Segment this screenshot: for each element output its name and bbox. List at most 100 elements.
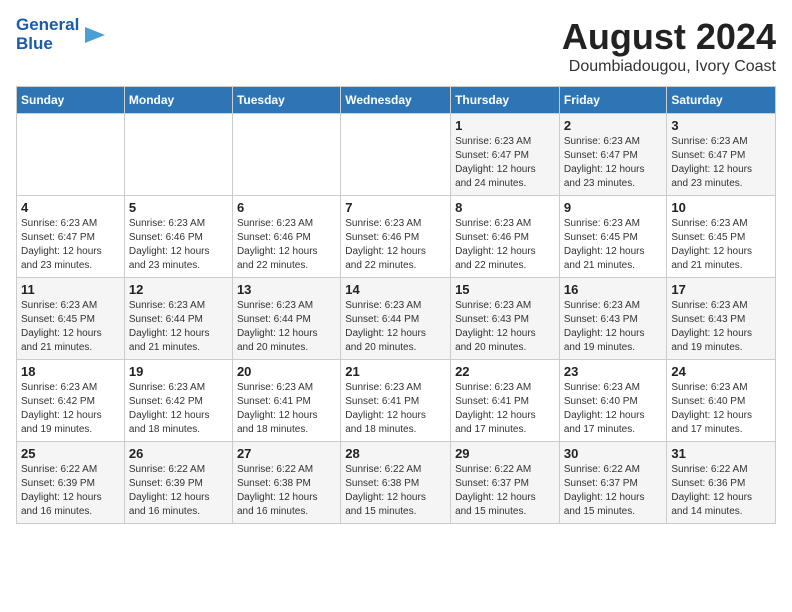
calendar-week-5: 25 Sunrise: 6:22 AM Sunset: 6:39 PM Dayli… [17,442,776,524]
day-number: 14 [345,282,446,297]
weekday-header-row: SundayMondayTuesdayWednesdayThursdayFrid… [17,87,776,114]
calendar-cell: 19 Sunrise: 6:23 AM Sunset: 6:42 PM Dayli… [124,360,232,442]
weekday-header-saturday: Saturday [667,87,776,114]
day-number: 3 [671,118,771,133]
calendar-cell: 11 Sunrise: 6:23 AM Sunset: 6:45 PM Dayli… [17,278,125,360]
day-info: Sunrise: 6:23 AM Sunset: 6:46 PM Dayligh… [237,217,336,273]
day-info: Sunrise: 6:23 AM Sunset: 6:43 PM Dayligh… [564,299,663,355]
calendar-cell: 31Sunrise: 6:22 AM Sunset: 6:36 PM Dayli… [667,442,776,524]
calendar-cell: 1 Sunrise: 6:23 AM Sunset: 6:47 PM Daylig… [451,114,560,196]
calendar-cell: 13 Sunrise: 6:23 AM Sunset: 6:44 PM Dayli… [232,278,340,360]
day-number: 19 [129,364,228,379]
weekday-header-friday: Friday [559,87,667,114]
calendar-week-2: 4Sunrise: 6:23 AM Sunset: 6:47 PM Daylig… [17,196,776,278]
day-info: Sunrise: 6:23 AM Sunset: 6:44 PM Dayligh… [345,299,446,355]
calendar-cell: 4Sunrise: 6:23 AM Sunset: 6:47 PM Daylig… [17,196,125,278]
day-number: 23 [564,364,663,379]
calendar-cell: 10 Sunrise: 6:23 AM Sunset: 6:45 PM Dayli… [667,196,776,278]
calendar-cell: 2Sunrise: 6:23 AM Sunset: 6:47 PM Daylig… [559,114,667,196]
day-number: 30 [564,446,663,461]
day-number: 29 [455,446,555,461]
logo: General Blue [16,16,105,53]
day-info: Sunrise: 6:22 AM Sunset: 6:36 PM Dayligh… [671,463,771,519]
day-info: Sunrise: 6:23 AM Sunset: 6:42 PM Dayligh… [129,381,228,437]
day-info: Sunrise: 6:22 AM Sunset: 6:39 PM Dayligh… [21,463,120,519]
day-info: Sunrise: 6:22 AM Sunset: 6:38 PM Dayligh… [237,463,336,519]
day-number: 16 [564,282,663,297]
day-number: 1 [455,118,555,133]
day-number: 7 [345,200,446,215]
calendar-week-3: 11 Sunrise: 6:23 AM Sunset: 6:45 PM Dayli… [17,278,776,360]
day-info: Sunrise: 6:23 AM Sunset: 6:45 PM Dayligh… [21,299,120,355]
day-number: 12 [129,282,228,297]
logo-text: General Blue [16,16,79,53]
weekday-header-tuesday: Tuesday [232,87,340,114]
header: General Blue August 2024 Doumbiadougou, … [16,16,776,76]
day-info: Sunrise: 6:23 AM Sunset: 6:45 PM Dayligh… [671,217,771,273]
calendar-cell: 12 Sunrise: 6:23 AM Sunset: 6:44 PM Dayli… [124,278,232,360]
calendar-cell: 29 Sunrise: 6:22 AM Sunset: 6:37 PM Dayli… [451,442,560,524]
weekday-header-monday: Monday [124,87,232,114]
day-info: Sunrise: 6:23 AM Sunset: 6:40 PM Dayligh… [564,381,663,437]
calendar-cell: 15Sunrise: 6:23 AM Sunset: 6:43 PM Dayli… [451,278,560,360]
weekday-header-thursday: Thursday [451,87,560,114]
calendar-cell: 7 Sunrise: 6:23 AM Sunset: 6:46 PM Daylig… [341,196,451,278]
day-number: 21 [345,364,446,379]
day-info: Sunrise: 6:23 AM Sunset: 6:45 PM Dayligh… [564,217,663,273]
calendar-cell: 14 Sunrise: 6:23 AM Sunset: 6:44 PM Dayli… [341,278,451,360]
day-info: Sunrise: 6:22 AM Sunset: 6:37 PM Dayligh… [564,463,663,519]
day-number: 17 [671,282,771,297]
day-number: 20 [237,364,336,379]
calendar-cell: 8 Sunrise: 6:23 AM Sunset: 6:46 PM Daylig… [451,196,560,278]
day-number: 10 [671,200,771,215]
day-info: Sunrise: 6:22 AM Sunset: 6:39 PM Dayligh… [129,463,228,519]
day-number: 28 [345,446,446,461]
day-number: 13 [237,282,336,297]
day-number: 26 [129,446,228,461]
main-title: August 2024 [562,16,776,58]
day-number: 11 [21,282,120,297]
calendar-cell: 25 Sunrise: 6:22 AM Sunset: 6:39 PM Dayli… [17,442,125,524]
calendar-cell: 27Sunrise: 6:22 AM Sunset: 6:38 PM Dayli… [232,442,340,524]
day-info: Sunrise: 6:22 AM Sunset: 6:37 PM Dayligh… [455,463,555,519]
day-info: Sunrise: 6:23 AM Sunset: 6:46 PM Dayligh… [455,217,555,273]
calendar-cell [232,114,340,196]
day-number: 18 [21,364,120,379]
day-number: 5 [129,200,228,215]
day-info: Sunrise: 6:23 AM Sunset: 6:44 PM Dayligh… [129,299,228,355]
day-info: Sunrise: 6:23 AM Sunset: 6:41 PM Dayligh… [455,381,555,437]
day-number: 22 [455,364,555,379]
calendar-cell [341,114,451,196]
day-info: Sunrise: 6:23 AM Sunset: 6:47 PM Dayligh… [671,135,771,191]
calendar-week-1: 1 Sunrise: 6:23 AM Sunset: 6:47 PM Daylig… [17,114,776,196]
title-area: August 2024 Doumbiadougou, Ivory Coast [562,16,776,76]
day-info: Sunrise: 6:23 AM Sunset: 6:41 PM Dayligh… [345,381,446,437]
calendar-cell: 26 Sunrise: 6:22 AM Sunset: 6:39 PM Dayli… [124,442,232,524]
calendar-cell: 6 Sunrise: 6:23 AM Sunset: 6:46 PM Daylig… [232,196,340,278]
day-number: 25 [21,446,120,461]
calendar-week-4: 18 Sunrise: 6:23 AM Sunset: 6:42 PM Dayli… [17,360,776,442]
subtitle: Doumbiadougou, Ivory Coast [562,58,776,76]
day-number: 8 [455,200,555,215]
day-number: 9 [564,200,663,215]
day-number: 4 [21,200,120,215]
day-info: Sunrise: 6:23 AM Sunset: 6:46 PM Dayligh… [345,217,446,273]
calendar-cell: 30 Sunrise: 6:22 AM Sunset: 6:37 PM Dayli… [559,442,667,524]
calendar-cell: 20 Sunrise: 6:23 AM Sunset: 6:41 PM Dayli… [232,360,340,442]
weekday-header-wednesday: Wednesday [341,87,451,114]
calendar-cell: 18 Sunrise: 6:23 AM Sunset: 6:42 PM Dayli… [17,360,125,442]
day-info: Sunrise: 6:23 AM Sunset: 6:40 PM Dayligh… [671,381,771,437]
day-info: Sunrise: 6:23 AM Sunset: 6:44 PM Dayligh… [237,299,336,355]
calendar-cell: 22 Sunrise: 6:23 AM Sunset: 6:41 PM Dayli… [451,360,560,442]
day-info: Sunrise: 6:23 AM Sunset: 6:41 PM Dayligh… [237,381,336,437]
calendar-table: SundayMondayTuesdayWednesdayThursdayFrid… [16,86,776,524]
day-info: Sunrise: 6:23 AM Sunset: 6:46 PM Dayligh… [129,217,228,273]
calendar-cell: 16 Sunrise: 6:23 AM Sunset: 6:43 PM Dayli… [559,278,667,360]
day-number: 6 [237,200,336,215]
day-info: Sunrise: 6:23 AM Sunset: 6:47 PM Dayligh… [455,135,555,191]
calendar-cell: 21 Sunrise: 6:23 AM Sunset: 6:41 PM Dayli… [341,360,451,442]
day-info: Sunrise: 6:23 AM Sunset: 6:42 PM Dayligh… [21,381,120,437]
calendar-cell: 28Sunrise: 6:22 AM Sunset: 6:38 PM Dayli… [341,442,451,524]
day-info: Sunrise: 6:23 AM Sunset: 6:43 PM Dayligh… [455,299,555,355]
calendar-cell: 17Sunrise: 6:23 AM Sunset: 6:43 PM Dayli… [667,278,776,360]
